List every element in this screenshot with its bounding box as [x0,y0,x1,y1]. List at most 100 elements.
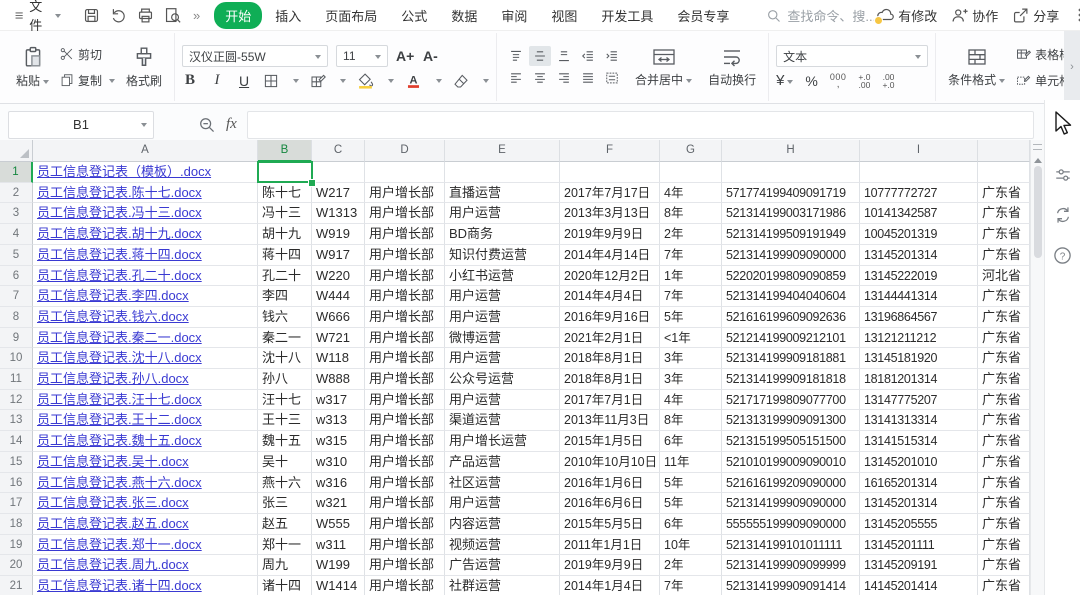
cell[interactable]: 用户增长部 [365,266,445,287]
cell[interactable]: 521314199909181818 [722,369,860,390]
cell[interactable]: 521314199101011111 [722,535,860,556]
cell[interactable]: 用户增长部 [365,328,445,349]
cell[interactable]: 2018年8月1日 [560,369,660,390]
cell[interactable]: 521616199609092636 [722,307,860,328]
number-format-select[interactable]: 文本 [776,45,928,67]
row-header[interactable]: 4 [0,224,33,245]
file-link[interactable]: 员工信息登记表.郑十一.docx [37,537,202,552]
cell[interactable]: 公众号运营 [445,369,560,390]
cell[interactable]: 直播运营 [445,183,560,204]
cell[interactable]: w321 [312,493,365,514]
cell[interactable]: 13145201111 [860,535,978,556]
cell[interactable]: 用户增长部 [365,431,445,452]
cell[interactable]: 知识付费运营 [445,245,560,266]
cell[interactable]: 2021年2月1日 [560,328,660,349]
cell[interactable]: 16165201314 [860,473,978,494]
file-link[interactable]: 员工信息登记表.燕十六.docx [37,475,202,490]
cell[interactable]: 用户增长部 [365,203,445,224]
cell[interactable]: 2年 [660,555,722,576]
cell[interactable]: 广东省 [978,390,1030,411]
column-header[interactable]: C [312,140,365,162]
cell[interactable]: 11年 [660,452,722,473]
paste-button[interactable]: 粘贴 [11,44,54,91]
cell[interactable]: 用户运营 [445,203,560,224]
main-menu-button[interactable]: 文件 [8,0,67,34]
cell[interactable]: 视频运营 [445,535,560,556]
cell[interactable]: 2014年4月4日 [560,286,660,307]
cell[interactable]: 广东省 [978,410,1030,431]
increase-indent-button[interactable] [601,46,623,66]
cell[interactable]: 18181201314 [860,369,978,390]
cell[interactable]: 小红书运营 [445,266,560,287]
cell[interactable]: 用户增长部 [365,576,445,595]
split-grip[interactable] [1033,144,1042,150]
cell[interactable]: 2017年7月1日 [560,390,660,411]
cell[interactable]: 用户运营 [445,286,560,307]
tab-item-5[interactable]: 视图 [540,2,588,29]
cell[interactable]: 8年 [660,203,722,224]
column-header[interactable]: A [33,140,258,162]
row-header[interactable]: 18 [0,514,33,535]
cell[interactable]: 李四 [258,286,312,307]
cell[interactable]: 员工信息登记表.沈十八.docx [33,348,258,369]
cell[interactable]: 4年 [660,183,722,204]
clear-format-button[interactable] [453,73,469,89]
font-color-button[interactable]: A [405,72,422,89]
file-link[interactable]: 员工信息登记表.沈十八.docx [37,350,202,365]
cell[interactable]: 5年 [660,493,722,514]
vertical-scrollbar[interactable] [1030,140,1044,595]
cell[interactable]: 7年 [660,286,722,307]
cell[interactable]: 广东省 [978,473,1030,494]
justify-button[interactable] [577,68,599,88]
row-header[interactable]: 2 [0,183,33,204]
percent-button[interactable]: % [805,73,817,89]
cell[interactable]: 用户运营 [445,390,560,411]
cell[interactable]: 555555199909090000 [722,514,860,535]
cell[interactable]: w316 [312,473,365,494]
cell[interactable]: 广东省 [978,307,1030,328]
cell[interactable]: 广东省 [978,245,1030,266]
cell[interactable]: 用户增长部 [365,410,445,431]
tab-item-3[interactable]: 数据 [440,2,488,29]
align-left-button[interactable] [505,68,527,88]
cell[interactable] [660,162,722,183]
cell[interactable]: 13145201010 [860,452,978,473]
font-size-select[interactable]: 11 [336,45,388,67]
cell[interactable]: 2016年9月16日 [560,307,660,328]
cell[interactable]: 广东省 [978,203,1030,224]
shrink-font-button[interactable]: A- [422,48,438,64]
cell[interactable]: 521313199909091300 [722,410,860,431]
cell[interactable]: 用户增长部 [365,452,445,473]
cell[interactable]: 王十三 [258,410,312,431]
cell[interactable] [258,162,312,183]
cell[interactable]: 渠道运营 [445,410,560,431]
cell[interactable]: W118 [312,348,365,369]
decrease-decimal-button[interactable]: .00+.0 [882,73,894,89]
cell[interactable]: w315 [312,431,365,452]
cell[interactable]: 521616199209090000 [722,473,860,494]
row-header[interactable]: 12 [0,390,33,411]
cell[interactable]: W721 [312,328,365,349]
cell[interactable]: 张三 [258,493,312,514]
column-header[interactable]: F [560,140,660,162]
cell[interactable]: 广东省 [978,286,1030,307]
cell[interactable]: 河北省 [978,266,1030,287]
cell[interactable]: 13145201314 [860,493,978,514]
cell[interactable]: 用户增长部 [365,514,445,535]
cell[interactable]: 胡十九 [258,224,312,245]
ribbon-expand-strip[interactable]: › [1064,31,1080,103]
italic-button[interactable]: I [209,72,225,89]
cell[interactable]: 521314199404040604 [722,286,860,307]
currency-button[interactable]: ¥ [776,72,793,89]
row-header[interactable]: 15 [0,452,33,473]
adjust-sliders-icon[interactable] [1054,166,1072,184]
cell[interactable]: 2014年1月4日 [560,576,660,595]
align-center-button[interactable] [529,68,551,88]
cell[interactable]: 员工信息登记表.冯十三.docx [33,203,258,224]
cell[interactable]: 13141515314 [860,431,978,452]
file-link[interactable]: 员工信息登记表.孙八.docx [37,371,189,386]
cell[interactable]: 广东省 [978,576,1030,595]
cell[interactable]: 10777772727 [860,183,978,204]
row-header[interactable]: 3 [0,203,33,224]
cell[interactable]: 6年 [660,431,722,452]
